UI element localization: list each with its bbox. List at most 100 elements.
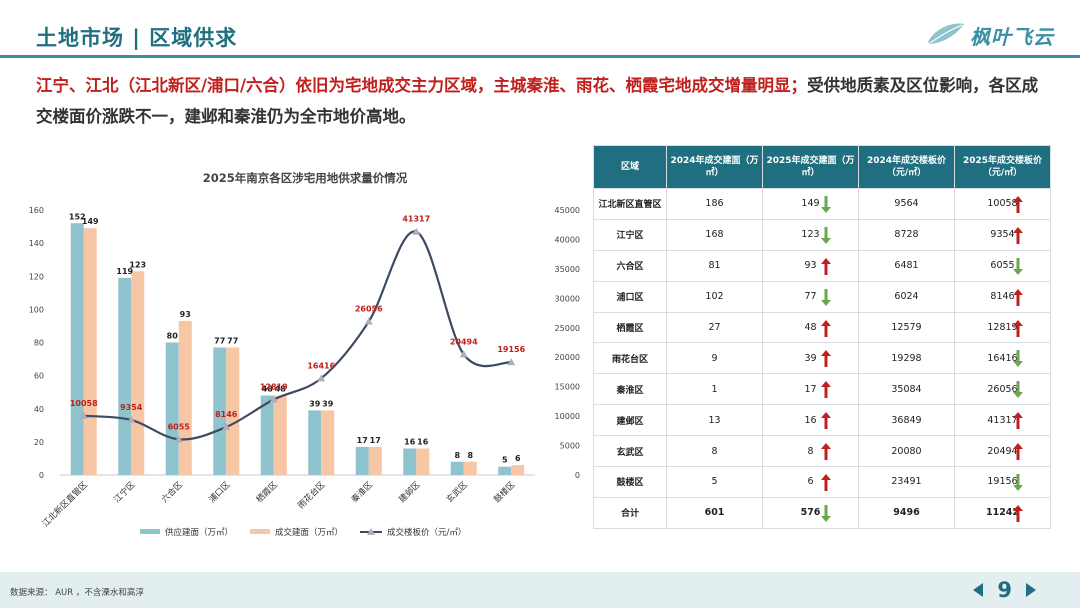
table-row: 建邺区 13 16 36849 41317 — [593, 404, 1051, 437]
y-right-tick-label: 25000 — [555, 324, 580, 333]
area-2025-cell: 576 — [762, 496, 859, 529]
price-line — [83, 230, 512, 441]
area-2025-cell: 149 — [762, 188, 859, 220]
supply-data-label: 16 — [404, 438, 416, 447]
area-2024-cell: 1 — [666, 373, 763, 406]
deal-data-label: 39 — [322, 399, 334, 408]
x-category-label: 雨花台区 — [296, 479, 328, 511]
table-body: 江北新区直管区 186 149 9564 10058 江宁区 168 123 8728 9354 六… — [593, 188, 1051, 529]
trend-down-icon — [821, 288, 831, 306]
price-2025-cell: 12819 — [954, 311, 1051, 344]
area-2025-cell: 123 — [762, 218, 859, 251]
area-2024-cell: 9 — [666, 342, 763, 375]
table-header-cell: 2024年成交建面（万㎡） — [666, 145, 763, 189]
table-row: 六合区 81 93 6481 6055 — [593, 249, 1051, 282]
trend-up-icon — [821, 381, 831, 399]
deal-data-label: 16 — [417, 438, 429, 447]
price-data-label: 19156 — [497, 345, 525, 354]
page-title: 土地市场 | 区域供求 — [36, 26, 238, 50]
table-row: 江宁区 168 123 8728 9354 — [593, 218, 1051, 251]
y-left-tick-label: 100 — [29, 305, 44, 314]
pager: 9 — [973, 578, 1036, 602]
region-cell: 秦淮区 — [593, 373, 667, 406]
area-2025-cell: 77 — [762, 280, 859, 313]
legend-label-deal: 成交建面（万㎡） — [275, 527, 343, 538]
trend-up-icon — [821, 350, 831, 368]
next-page-icon[interactable] — [1026, 583, 1036, 597]
area-2024-cell: 168 — [666, 218, 763, 251]
trend-up-icon — [821, 412, 831, 430]
y-right-tick-label: 40000 — [555, 235, 580, 244]
area-2025-value: 123 — [801, 229, 820, 241]
summary-highlight: 江宁、江北（江北新区/浦口/六合）依旧为宅地成交主力区域，主城秦淮、雨花、栖霞宅… — [36, 76, 808, 95]
y-right-tick-label: 0 — [575, 471, 580, 480]
area-2025-value: 8 — [807, 445, 814, 457]
y-left-tick-label: 80 — [34, 339, 44, 348]
price-2025-value: 8146 — [990, 291, 1015, 303]
table-header-cell: 2024年成交楼板价（元/㎡） — [858, 145, 955, 189]
trend-up-icon — [1013, 196, 1023, 213]
region-cell: 建邺区 — [593, 404, 667, 437]
table-row: 玄武区 8 8 20080 20494 — [593, 435, 1051, 468]
table-header-row: 区域 2024年成交建面（万㎡） 2025年成交建面（万㎡） 2024年成交楼板… — [593, 145, 1051, 189]
legend-swatch-deal — [250, 529, 270, 534]
area-2025-cell: 6 — [762, 466, 859, 498]
supply-bar — [165, 342, 179, 475]
area-2024-cell: 601 — [666, 496, 763, 529]
table-row: 浦口区 102 77 6024 8146 — [593, 280, 1051, 313]
supply-data-label: 8 — [454, 451, 460, 460]
price-2024-cell: 9496 — [858, 496, 955, 529]
y-right-tick-label: 30000 — [555, 294, 580, 303]
supply-data-label: 77 — [214, 336, 225, 345]
price-2024-cell: 35084 — [858, 373, 955, 406]
y-left-tick-label: 20 — [34, 438, 44, 447]
table-header-cell: 2025年成交楼板价（元/㎡） — [954, 145, 1051, 189]
region-cell: 栖霞区 — [593, 311, 667, 344]
deal-data-label: 8 — [467, 451, 473, 460]
trend-up-icon — [1013, 226, 1023, 244]
deal-data-label: 123 — [129, 260, 146, 269]
table-row: 江北新区直管区 186 149 9564 10058 — [593, 188, 1051, 220]
deal-bar — [416, 448, 430, 475]
price-data-label: 26056 — [355, 305, 383, 314]
price-2025-value: 6055 — [990, 260, 1015, 272]
price-2024-cell: 6481 — [858, 249, 955, 282]
x-category-label: 江宁区 — [112, 479, 138, 505]
supply-bar — [355, 446, 369, 475]
legend-label-supply: 供应建面（万㎡） — [165, 527, 233, 538]
page-number: 9 — [997, 578, 1012, 602]
area-2025-cell: 93 — [762, 249, 859, 282]
price-2025-cell: 11242 — [954, 496, 1051, 529]
y-left-tick-label: 40 — [34, 405, 44, 414]
region-cell: 浦口区 — [593, 280, 667, 313]
price-2024-cell: 36849 — [858, 404, 955, 437]
area-2025-value: 16 — [804, 414, 817, 426]
chart-title: 2025年南京各区涉宅用地供求量价情况 — [202, 171, 408, 185]
price-2025-value: 9354 — [990, 229, 1015, 241]
supply-bar — [450, 461, 464, 475]
area-2025-value: 17 — [804, 383, 817, 395]
leaf-icon — [928, 23, 964, 44]
deal-bar — [273, 395, 287, 475]
table-header-cell: 区域 — [593, 145, 667, 189]
area-2025-cell: 8 — [762, 435, 859, 468]
prev-page-icon[interactable] — [973, 583, 984, 597]
y-left-tick-label: 0 — [39, 471, 44, 480]
price-data-label: 16416 — [307, 361, 335, 370]
supply-bar — [70, 223, 84, 475]
y-left-tick-label: 140 — [29, 239, 44, 248]
logo-text: 枫叶飞云 — [970, 24, 1054, 49]
area-2024-cell: 27 — [666, 311, 763, 344]
trend-down-icon — [821, 196, 831, 213]
price-2024-cell: 9564 — [858, 188, 955, 220]
supply-bar — [118, 277, 132, 475]
price-2025-cell: 10058 — [954, 188, 1051, 220]
supply-data-label: 39 — [309, 399, 321, 408]
region-cell: 鼓楼区 — [593, 466, 667, 498]
price-2024-cell: 20080 — [858, 435, 955, 468]
price-2025-cell: 20494 — [954, 435, 1051, 468]
table-row: 鼓楼区 5 6 23491 19156 — [593, 466, 1051, 498]
deal-bar — [83, 228, 97, 475]
trend-down-icon — [1013, 257, 1023, 275]
deal-data-label: 93 — [180, 310, 191, 319]
